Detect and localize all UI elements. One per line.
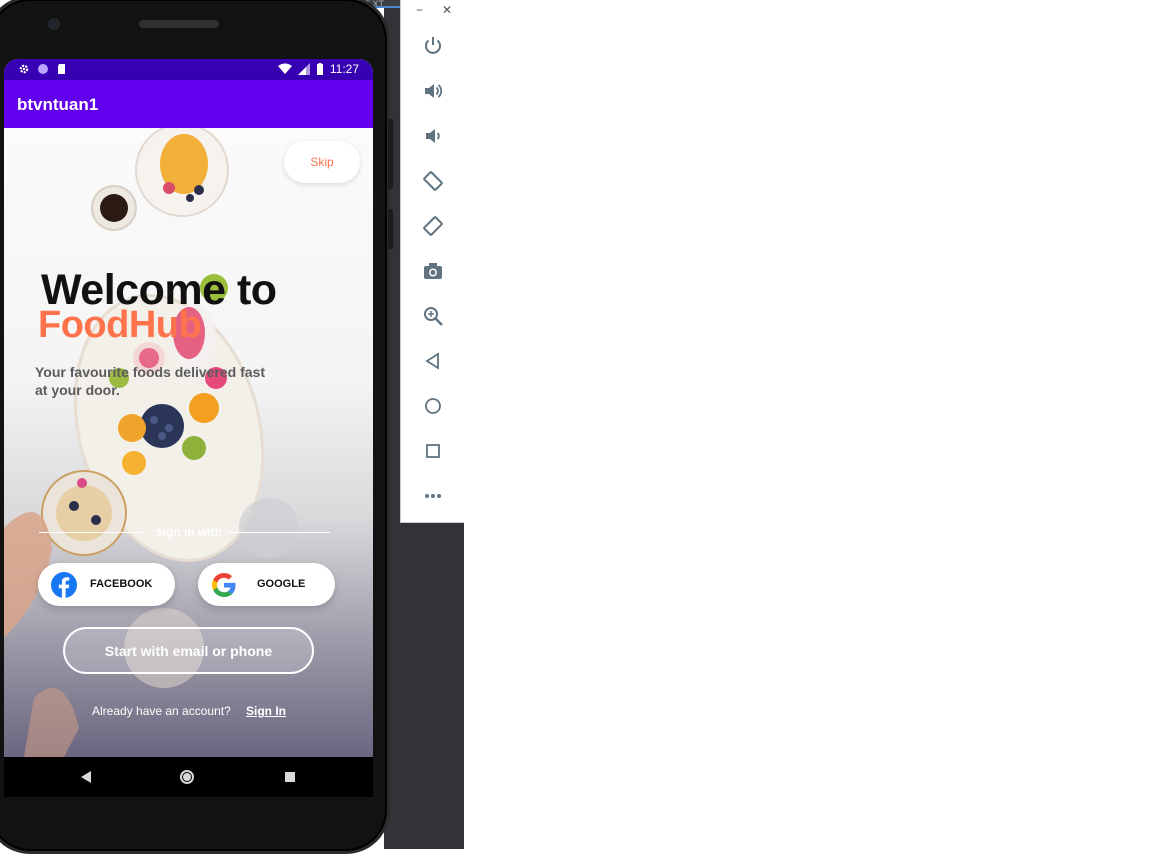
sign-in-link[interactable]: Sign In <box>246 704 286 718</box>
back-icon <box>425 352 439 370</box>
status-time: 11:27 <box>329 62 359 76</box>
sign-in-with-label: sign in with <box>156 525 222 539</box>
facebook-icon <box>51 572 77 598</box>
back-button[interactable] <box>421 349 445 373</box>
more-icon <box>425 494 441 498</box>
tagline: Your favourite foods delivered fast at y… <box>35 364 266 398</box>
rotate-right-button[interactable] <box>421 214 445 238</box>
phone-screen: 11:27 btvntuan1 Skip Welcome to FoodHub … <box>4 59 373 757</box>
battery-icon <box>316 63 323 75</box>
volume-down-icon <box>426 129 440 143</box>
divider-left <box>39 532 142 533</box>
facebook-button[interactable]: FACEBOOK <box>38 563 175 606</box>
rotate-right-icon <box>423 216 443 236</box>
home-button[interactable] <box>421 394 445 418</box>
nav-back-icon[interactable] <box>80 771 92 783</box>
settings-icon <box>19 64 29 74</box>
google-label: GOOGLE <box>257 578 306 590</box>
wifi-icon <box>277 63 292 74</box>
overview-icon <box>426 444 440 458</box>
brand-name: FoodHub <box>38 304 202 346</box>
facebook-label: FACEBOOK <box>90 578 153 590</box>
google-icon <box>212 573 236 597</box>
app-bar: btvntuan1 <box>4 80 373 128</box>
rotate-left-icon <box>423 171 443 191</box>
nav-home-icon[interactable] <box>179 769 195 785</box>
navigation-bar <box>4 757 373 797</box>
close-icon[interactable]: ✕ <box>442 4 452 16</box>
earpiece <box>139 20 219 28</box>
volume-down-button[interactable] <box>421 124 445 148</box>
phone-side-button <box>388 119 393 189</box>
more-button[interactable] <box>421 484 445 508</box>
zoom-icon <box>424 307 443 326</box>
start-with-email-button[interactable]: Start with email or phone <box>63 627 314 674</box>
app-title: btvntuan1 <box>17 95 99 114</box>
camera-icon <box>424 263 442 279</box>
signal-icon <box>297 63 310 75</box>
google-button[interactable]: GOOGLE <box>198 563 335 606</box>
overview-button[interactable] <box>421 439 445 463</box>
rotate-left-button[interactable] <box>421 169 445 193</box>
notification-dot-icon <box>38 64 48 74</box>
power-button[interactable] <box>421 34 445 58</box>
home-icon <box>425 398 441 414</box>
skip-button[interactable]: Skip <box>284 141 360 183</box>
volume-up-icon <box>425 84 443 98</box>
power-icon <box>425 37 441 54</box>
minimize-icon[interactable]: − <box>416 4 423 16</box>
divider-right <box>227 532 330 533</box>
onboarding-screen: Skip Welcome to FoodHub Your favourite f… <box>4 128 373 757</box>
screenshot-button[interactable] <box>421 259 445 283</box>
status-bar: 11:27 <box>4 59 373 80</box>
sd-card-icon <box>58 64 65 74</box>
zoom-button[interactable] <box>421 304 445 328</box>
account-question: Already have an account? <box>92 704 231 718</box>
emulator-toolbar: − ✕ <box>400 0 464 523</box>
volume-up-button[interactable] <box>421 79 445 103</box>
front-camera <box>48 18 60 30</box>
phone-side-button <box>388 209 393 249</box>
nav-overview-icon[interactable] <box>285 772 295 782</box>
